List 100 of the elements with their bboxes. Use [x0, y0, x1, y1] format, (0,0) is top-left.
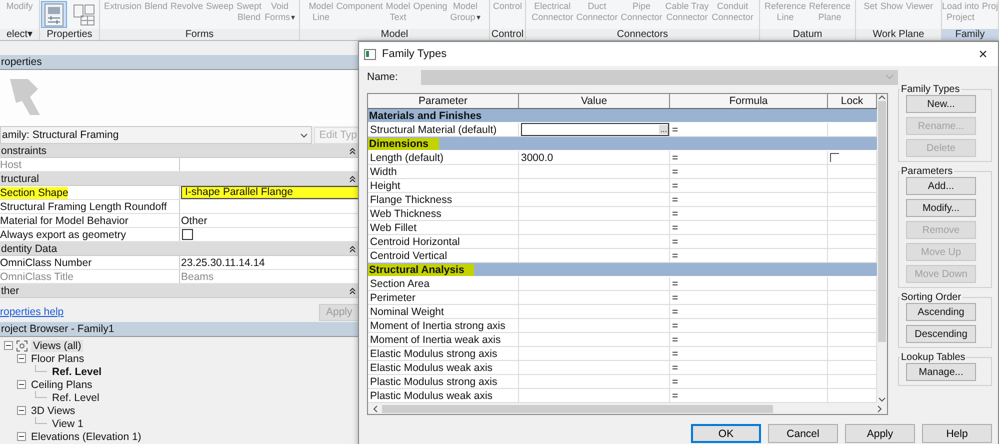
parameter-name: Elastic Modulus strong axis: [368, 347, 519, 360]
property-value: Beams: [181, 270, 214, 282]
tree-item[interactable]: Ref. Level: [50, 366, 104, 378]
ribbon-button[interactable]: Model Text: [386, 1, 410, 23]
scroll-right-icon[interactable]: [877, 404, 883, 412]
properties-header: roperties: [0, 55, 360, 70]
group-title: Sorting Order: [900, 292, 962, 303]
formula-cell: =: [672, 320, 678, 332]
ribbon-panel-title: Work Plane: [856, 29, 941, 40]
formula-cell: =: [672, 362, 678, 374]
family-dropdown[interactable]: amily: Structural Framing: [0, 126, 312, 144]
property-input-field[interactable]: I-shape Parallel Flange: [181, 186, 360, 199]
browse-button[interactable]: ...: [659, 125, 668, 134]
tree-item[interactable]: 3D Views: [29, 404, 78, 416]
group-title: Family Types: [900, 84, 961, 95]
property-name: Material for Model Behavior: [0, 214, 128, 226]
collapse-icon[interactable]: [17, 380, 26, 389]
property-name: Always export as geometry: [0, 228, 126, 240]
parameter-name: Moment of Inertia weak axis: [368, 333, 519, 346]
column-header: Value: [519, 94, 670, 108]
property-group-header[interactable]: tructural: [0, 172, 360, 186]
window-icon: [364, 48, 376, 60]
tree-item[interactable]: Ceiling Plans: [29, 378, 94, 390]
tree-item[interactable]: Elevations (Elevation 1): [29, 430, 144, 442]
tree-item[interactable]: Views (all): [31, 340, 84, 352]
parameter-name: Centroid Vertical: [368, 249, 519, 262]
ribbon-button[interactable]: Reference Plane: [809, 1, 851, 23]
ribbon-button[interactable]: Swept Blend: [236, 1, 262, 23]
property-group-header[interactable]: dentity Data: [0, 242, 360, 256]
property-name: Section Shape: [0, 186, 68, 198]
formula-cell: =: [672, 250, 678, 262]
collapse-icon[interactable]: [17, 406, 26, 415]
close-button[interactable]: ×: [968, 43, 998, 65]
collapse-chevron-icon[interactable]: [349, 174, 356, 182]
ribbon-panel-title: Properties: [40, 29, 99, 40]
dialog-button[interactable]: Cancel: [768, 424, 838, 443]
parameter-name: Plastic Modulus strong axis: [368, 375, 519, 388]
parameter-name: Width: [368, 165, 519, 178]
ribbon-button[interactable]: Viewer: [906, 1, 934, 12]
scroll-down-icon[interactable]: [878, 397, 886, 403]
horizontal-scrollbar[interactable]: [368, 403, 887, 414]
properties-help-link[interactable]: roperties help: [0, 306, 64, 318]
side-button[interactable]: Manage...: [906, 363, 976, 381]
column-header: Formula: [670, 94, 828, 108]
property-name: Structural Framing Length Roundoff: [0, 200, 167, 212]
parameter-name: Nominal Weight: [368, 305, 519, 318]
formula-cell: =: [672, 236, 678, 248]
parameter-name: Height: [368, 179, 519, 192]
dialog-button[interactable]: Apply: [845, 424, 915, 443]
scroll-left-icon[interactable]: [372, 404, 378, 412]
side-button[interactable]: Ascending: [906, 303, 976, 321]
collapse-chevron-icon[interactable]: [349, 286, 356, 294]
ribbon-panel-title: Datum: [760, 29, 855, 40]
lock-checkbox[interactable]: [830, 153, 839, 162]
side-button[interactable]: Descending: [906, 325, 976, 343]
tree-item[interactable]: Ref. Level: [50, 392, 102, 404]
formula-cell: =: [672, 152, 678, 164]
collapse-icon[interactable]: [17, 354, 26, 363]
vertical-scrollbar[interactable]: [877, 94, 887, 403]
collapse-chevron-icon[interactable]: [349, 244, 356, 252]
tree-item[interactable]: Floor Plans: [29, 352, 86, 364]
tree-item[interactable]: View 1: [50, 418, 86, 430]
property-value: 23.25.30.11.14.14: [181, 256, 265, 268]
ribbon-button[interactable]: Control: [492, 1, 522, 12]
side-button[interactable]: Add...: [906, 177, 976, 195]
ribbon-panel-title: Family: [942, 29, 998, 40]
ribbon-button[interactable]: Reference Line: [764, 1, 806, 23]
dialog-button[interactable]: Help: [922, 424, 992, 443]
side-button[interactable]: New...: [906, 95, 976, 113]
formula-cell: =: [672, 306, 678, 318]
formula-cell: =: [672, 208, 678, 220]
ribbon-button[interactable]: Void Forms▾: [264, 1, 296, 23]
ribbon-button[interactable]: Extrusion: [104, 1, 142, 12]
project-browser-header: roject Browser - Family1: [0, 322, 360, 337]
parameter-group-header: Dimensions: [368, 138, 439, 150]
scroll-up-icon[interactable]: [878, 94, 886, 100]
parameter-name: Web Fillet: [368, 221, 519, 234]
dialog-button[interactable]: OK: [691, 424, 761, 443]
collapse-icon[interactable]: [4, 341, 13, 350]
property-value: Other: [181, 214, 208, 226]
property-group-header[interactable]: onstraints: [0, 144, 360, 158]
ribbon-button[interactable]: Model Group▾: [450, 1, 480, 23]
property-name: OmniClass Number: [0, 256, 92, 268]
ribbon-button[interactable]: Load into Project: [942, 1, 980, 23]
collapse-icon[interactable]: [17, 432, 26, 441]
parameter-name: Flange Thickness: [368, 193, 519, 206]
property-checkbox[interactable]: [182, 229, 193, 240]
property-group-header[interactable]: ther: [0, 284, 360, 298]
collapse-chevron-icon[interactable]: [349, 146, 356, 154]
ribbon-panel-title: Model: [300, 29, 489, 40]
ribbon-button[interactable]: Model Line: [308, 1, 334, 23]
parameter-name: Plastic Modulus weak axis: [368, 389, 519, 402]
side-button[interactable]: Modify...: [906, 199, 976, 217]
formula-cell: =: [672, 348, 678, 360]
value-input-field[interactable]: ...: [521, 123, 669, 136]
group-title: Lookup Tables: [900, 352, 966, 363]
chevron-down-icon: [885, 74, 894, 80]
formula-cell: =: [672, 334, 678, 346]
ribbon-button[interactable]: Sweep: [206, 1, 234, 12]
formula-cell: =: [672, 194, 678, 206]
